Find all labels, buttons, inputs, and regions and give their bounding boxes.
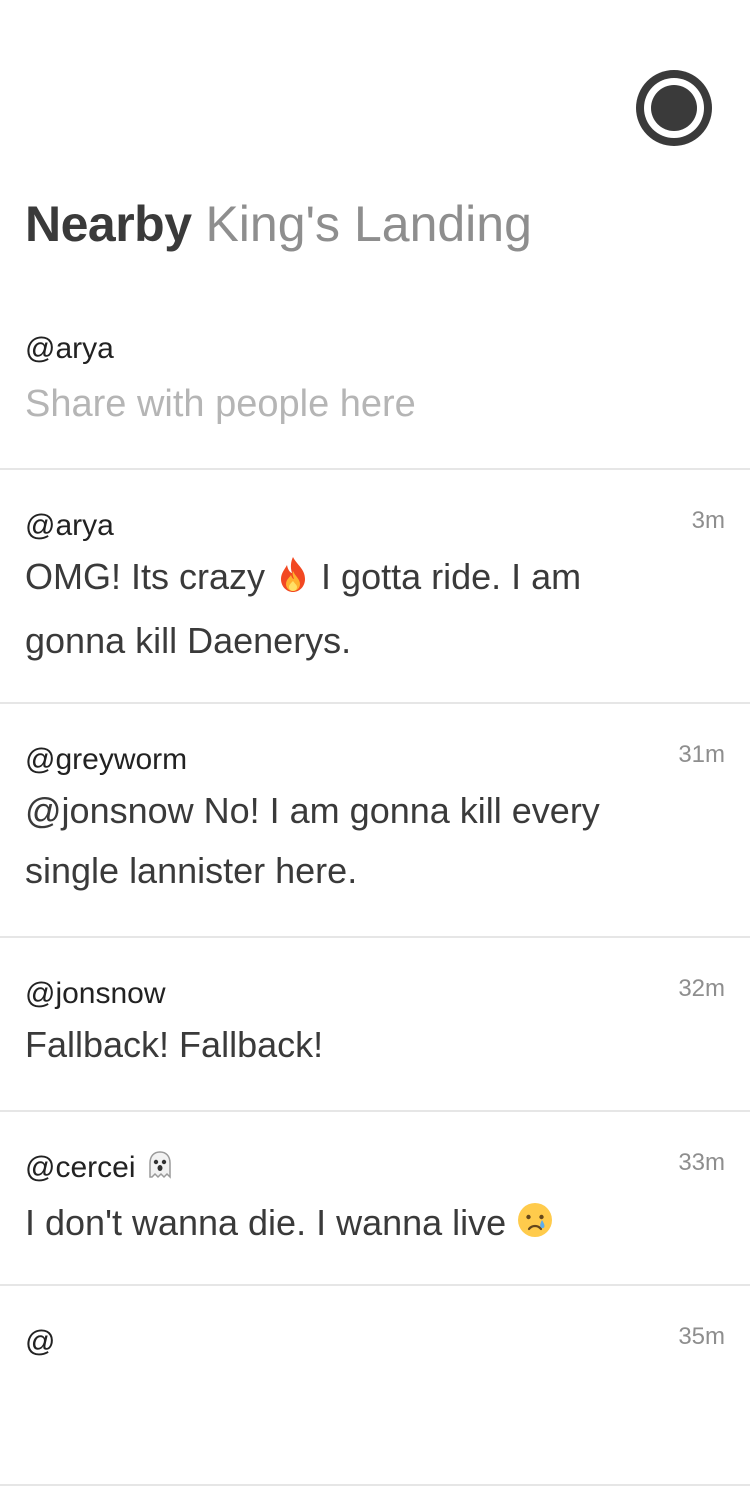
- composer: @arya: [0, 330, 750, 470]
- location-label[interactable]: King's Landing: [205, 196, 531, 252]
- post-time: 35m: [678, 1323, 725, 1350]
- post-time: 33m: [678, 1149, 725, 1176]
- post-item[interactable]: @cercei 33m I don't wanna die. I wanna l…: [0, 1112, 750, 1286]
- page-title: Nearby King's Landing: [25, 196, 532, 252]
- share-input[interactable]: [25, 380, 715, 428]
- profile-button[interactable]: [636, 70, 712, 146]
- post-author[interactable]: @: [25, 1323, 725, 1361]
- post-text: OMG! Its crazy I gotta ride. I am gonna …: [25, 547, 725, 671]
- post-author[interactable]: @cercei: [25, 1149, 725, 1191]
- composer-handle: @arya: [25, 332, 114, 365]
- post-author[interactable]: @arya: [25, 507, 725, 545]
- post-text: @jonsnow No! I am gonna kill every singl…: [25, 790, 600, 891]
- post-author[interactable]: @greyworm: [25, 741, 725, 779]
- profile-ring-icon: [644, 78, 704, 138]
- post-item[interactable]: @greyworm 31m @jonsnow No! I am gonna ki…: [0, 704, 750, 938]
- crying-face-emoji-icon: [516, 1197, 554, 1257]
- fire-emoji-icon: [275, 551, 311, 611]
- post-text: Fallback! Fallback!: [25, 1024, 324, 1065]
- post-author[interactable]: @jonsnow: [25, 975, 725, 1013]
- post-text: I don't wanna die. I wanna live: [25, 1193, 725, 1257]
- post-time: 32m: [678, 975, 725, 1002]
- post-item[interactable]: @ 35m: [0, 1286, 750, 1486]
- ghost-emoji-icon: [144, 1149, 176, 1191]
- post-item[interactable]: @arya 3m OMG! Its crazy I gotta ride. I …: [0, 470, 750, 704]
- page-title-nearby: Nearby: [25, 196, 192, 252]
- post-time: 3m: [691, 507, 725, 534]
- post-item[interactable]: @jonsnow 32m Fallback! Fallback!: [0, 938, 750, 1112]
- post-time: 31m: [678, 741, 725, 768]
